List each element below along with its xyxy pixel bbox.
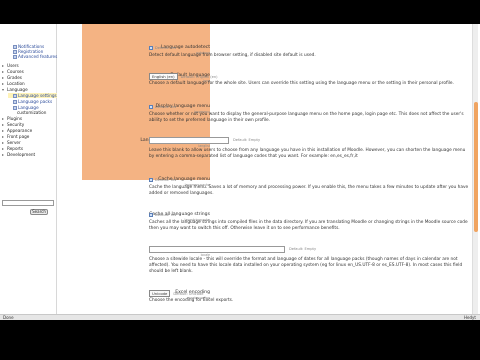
setting-description: Detect default language from browser set… bbox=[149, 53, 316, 58]
setting-default: Default: Empty bbox=[289, 247, 317, 251]
search-button[interactable]: Search bbox=[30, 209, 48, 215]
sidebar-item-label[interactable]: Development bbox=[7, 152, 35, 157]
sidebar-item[interactable]: Language settings bbox=[8, 93, 57, 98]
setting-default: Default: Yes bbox=[155, 178, 177, 182]
sidebar-item[interactable]: ▸ Reports bbox=[2, 146, 23, 151]
browser-window: Notifications Registration Advanced featur… bbox=[0, 24, 480, 320]
sidebar-item[interactable]: ▸ Location bbox=[2, 81, 25, 86]
setting-description: Leave this blank to allow users to choos… bbox=[149, 148, 466, 159]
scrollbar-thumb[interactable] bbox=[474, 102, 478, 232]
sidebar-item[interactable]: ▾ Language bbox=[2, 87, 28, 92]
setting-control: Default: Yes bbox=[149, 45, 176, 50]
sidebar-item-label[interactable]: Grades bbox=[7, 75, 22, 80]
setting-description: Cache the language menu. Saves a lot of … bbox=[149, 185, 469, 196]
setting-text-input[interactable] bbox=[149, 137, 229, 144]
sidebar-item-label[interactable]: Location bbox=[7, 81, 25, 86]
checkbox[interactable] bbox=[149, 46, 153, 50]
sidebar-item-label[interactable]: Users bbox=[7, 63, 19, 68]
setting-control: Default: Yes bbox=[149, 104, 176, 109]
sidebar-item-label[interactable]: Appearance bbox=[7, 128, 32, 133]
sidebar-item[interactable]: ▸ Server bbox=[2, 140, 21, 145]
settings-content: Language autodetect autolang Default: Yes D… bbox=[62, 24, 470, 314]
sidebar-item[interactable]: ▸ Courses bbox=[2, 69, 24, 74]
page-icon bbox=[13, 94, 17, 98]
sidebar-item[interactable]: ▸ Appearance bbox=[2, 128, 32, 133]
setting-default: Default: Yes bbox=[155, 105, 177, 109]
sidebar-item[interactable]: ▸ Plugins bbox=[2, 116, 22, 121]
sidebar-item-label[interactable]: Language settings bbox=[18, 93, 57, 98]
setting-description: Choose a sitewide locale - this will ove… bbox=[149, 257, 463, 274]
setting-description: Choose the encoding for Excel exports. bbox=[149, 298, 234, 303]
sidebar-item-label[interactable]: Server bbox=[7, 140, 21, 145]
status-bar: Done Hedyt bbox=[0, 314, 480, 320]
vertical-scrollbar[interactable] bbox=[472, 24, 478, 314]
setting-description: Choose a default language for the whole … bbox=[149, 81, 454, 86]
sidebar-item[interactable]: ▸ Security bbox=[2, 122, 24, 127]
sidebar-item-label[interactable]: Language bbox=[7, 87, 28, 92]
setting-text-input[interactable] bbox=[149, 246, 285, 253]
sidebar-item[interactable]: ▸ Grades bbox=[2, 75, 22, 80]
admin-navigation-sidebar: Notifications Registration Advanced featur… bbox=[0, 24, 57, 314]
setting-select[interactable]: Unicode bbox=[149, 290, 171, 297]
setting-control: Unicode Default: Unicode bbox=[149, 290, 203, 297]
setting-control: Default: Yes bbox=[149, 212, 176, 217]
page-icon bbox=[13, 100, 17, 104]
setting-default: Default: Yes bbox=[155, 46, 177, 50]
setting-description: Choose whether or not you want to displa… bbox=[149, 112, 464, 123]
setting-default: Default: Unicode bbox=[173, 292, 204, 296]
sidebar-item[interactable]: Language packs bbox=[8, 99, 52, 104]
admin-search-input[interactable] bbox=[2, 200, 54, 206]
status-text: Done bbox=[3, 315, 14, 320]
sidebar-item-label[interactable]: customization bbox=[17, 110, 46, 115]
sidebar-item[interactable]: customization bbox=[12, 110, 46, 115]
sidebar-item[interactable]: ▸ Users bbox=[2, 63, 19, 68]
sidebar-item-label[interactable]: Front page bbox=[7, 134, 29, 139]
checkbox[interactable] bbox=[149, 105, 153, 109]
setting-default: Default: Empty bbox=[233, 138, 261, 142]
page-icon bbox=[13, 55, 17, 59]
sidebar-item[interactable]: ▸ Front page bbox=[2, 134, 29, 139]
sidebar-item[interactable]: ▸ Development bbox=[2, 152, 35, 157]
setting-default: Default: English (en) bbox=[180, 75, 218, 79]
checkbox[interactable] bbox=[149, 213, 153, 217]
sidebar-item-label[interactable]: Language packs bbox=[18, 99, 52, 104]
setting-default: Default: Yes bbox=[155, 213, 177, 217]
status-right-text: Hedyt bbox=[464, 315, 476, 320]
sidebar-item-label[interactable]: Courses bbox=[7, 69, 24, 74]
setting-description: Caches all the language strings into com… bbox=[149, 220, 468, 231]
setting-control: English (en) Default: English (en) bbox=[149, 73, 218, 80]
sidebar-item-label[interactable]: Security bbox=[7, 122, 24, 127]
sidebar-item-label[interactable]: Plugins bbox=[7, 116, 22, 121]
sidebar-item-label[interactable]: Reports bbox=[7, 146, 23, 151]
sidebar-item[interactable]: Advanced features bbox=[8, 54, 57, 59]
setting-select[interactable]: English (en) bbox=[149, 73, 178, 80]
sidebar-item-label[interactable]: Advanced features bbox=[18, 54, 57, 59]
setting-control: Default: Yes bbox=[149, 177, 176, 182]
checkbox[interactable] bbox=[149, 178, 153, 182]
